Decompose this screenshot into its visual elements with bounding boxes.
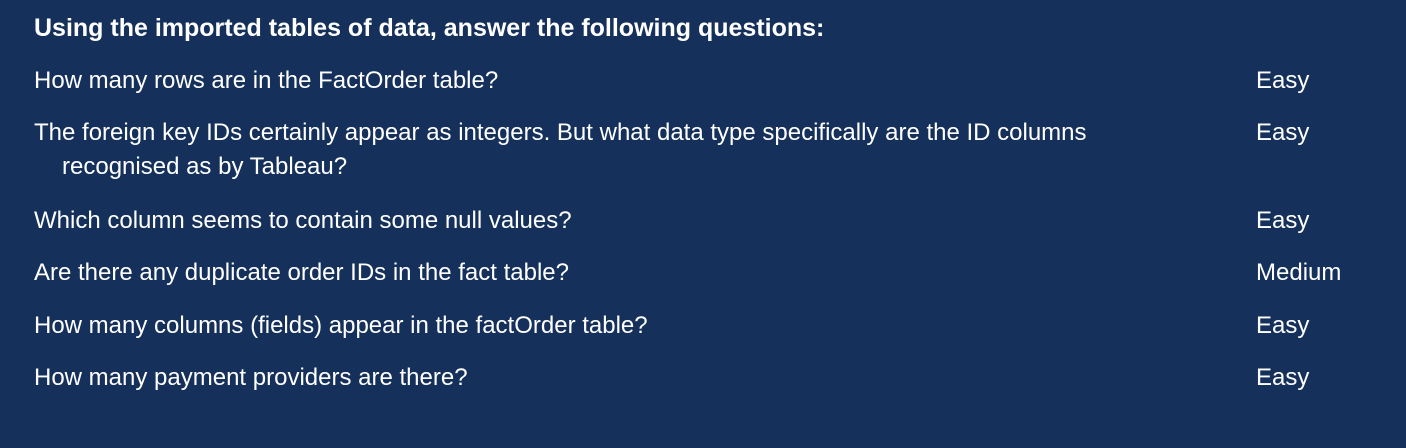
difficulty-label: Easy	[1256, 119, 1310, 146]
difficulty-label: Medium	[1256, 259, 1342, 286]
difficulty-label: Easy	[1256, 312, 1310, 339]
question-text: Which column seems to contain some null …	[34, 207, 572, 234]
question-text: Are there any duplicate order IDs in the…	[34, 259, 569, 286]
page-title: Using the imported tables of data, answe…	[34, 14, 825, 42]
question-text: How many columns (fields) appear in the …	[34, 312, 648, 339]
difficulty-label: Easy	[1256, 207, 1310, 234]
question-text: The foreign key IDs certainly appear as …	[34, 119, 1087, 180]
questions-panel: Using the imported tables of data, answe…	[0, 0, 1406, 448]
question-text: How many payment providers are there?	[34, 364, 468, 391]
question-text: How many rows are in the FactOrder table…	[34, 67, 499, 94]
difficulty-label: Easy	[1256, 364, 1310, 391]
difficulty-label: Easy	[1256, 67, 1310, 94]
